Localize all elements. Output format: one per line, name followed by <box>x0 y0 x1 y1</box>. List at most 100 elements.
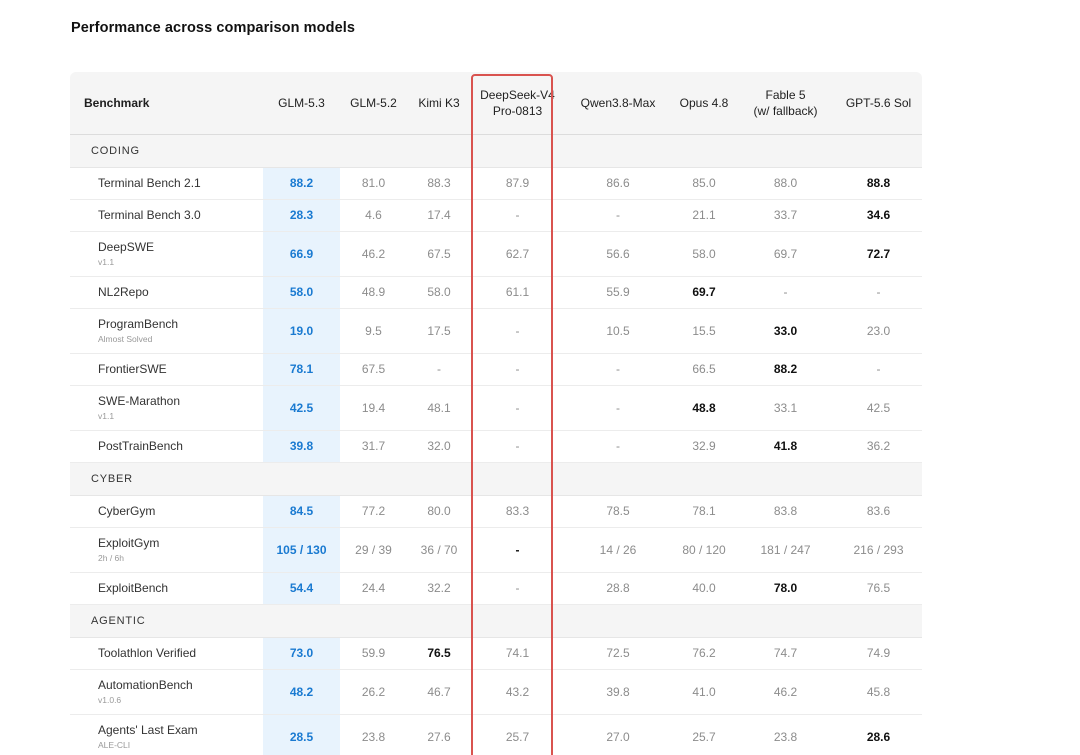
section-label: CYBER <box>70 462 922 496</box>
benchmark-name: Terminal Bench 3.0 <box>98 208 201 222</box>
score-cell: 25.7 <box>471 714 564 755</box>
benchmark-name: ProgramBench <box>98 317 179 331</box>
score-cell: 32.0 <box>407 430 471 463</box>
score-cell: 46.7 <box>407 669 471 715</box>
score-cell: - <box>835 353 922 386</box>
column-header-label: Fable 5 <box>765 87 806 102</box>
benchmark-name: CyberGym <box>98 504 156 518</box>
score-cell: 14 / 26 <box>564 527 672 573</box>
score-cell: 56.6 <box>564 231 672 277</box>
score-cell: 26.2 <box>340 669 407 715</box>
benchmark-cell: PostTrainBench <box>70 430 263 463</box>
score-cell: 74.7 <box>736 637 835 670</box>
score-cell: 19.4 <box>340 385 407 431</box>
score-cell: - <box>471 385 564 431</box>
score-cell: 55.9 <box>564 276 672 309</box>
score-cell: 31.7 <box>340 430 407 463</box>
score-cell: 15.5 <box>672 308 736 354</box>
column-header-label: Opus 4.8 <box>679 95 729 110</box>
comparison-table-container: Benchmark GLM-5.3 GLM-5.2 Kimi K3 DeepSeek-V… <box>70 72 922 755</box>
score-cell: 40.0 <box>672 572 736 605</box>
table-row: DeepSWE v1.1 66.9 46.2 67.5 62.7 56.6 58.0 69.7 7… <box>70 231 922 277</box>
table-body: CODING Terminal Bench 2.1 88.2 81.0 88.3 87.9… <box>70 134 922 755</box>
section-row: CYBER <box>70 462 922 496</box>
score-cell: 41.8 <box>736 430 835 463</box>
column-header-sublabel: Pro-0813 <box>492 103 543 118</box>
score-cell-highlight: 105 / 130 <box>263 527 340 573</box>
score-cell: - <box>564 385 672 431</box>
score-cell: 81.0 <box>340 167 407 200</box>
column-header: Fable 5 (w/ fallback) <box>736 72 835 135</box>
score-cell-highlight: 54.4 <box>263 572 340 605</box>
score-cell: 23.8 <box>340 714 407 755</box>
score-cell: 74.9 <box>835 637 922 670</box>
score-cell: 28.6 <box>835 714 922 755</box>
score-cell: - <box>471 308 564 354</box>
score-cell: 48.1 <box>407 385 471 431</box>
benchmark-cell: ExploitGym 2h / 6h <box>70 527 263 573</box>
score-cell: 24.4 <box>340 572 407 605</box>
score-cell: - <box>471 572 564 605</box>
score-cell: 17.4 <box>407 199 471 232</box>
score-cell: 80 / 120 <box>672 527 736 573</box>
score-cell-highlight: 66.9 <box>263 231 340 277</box>
table-row: SWE-Marathon v1.1 42.5 19.4 48.1- -48.8 33.1 42… <box>70 385 922 431</box>
column-header: Opus 4.8 <box>672 72 736 135</box>
benchmark-version: v1.1 <box>98 411 115 421</box>
score-cell: 25.7 <box>672 714 736 755</box>
column-header: GLM-5.3 <box>263 72 340 135</box>
score-cell: - <box>407 353 471 386</box>
score-cell: 66.5 <box>672 353 736 386</box>
table-header: Benchmark GLM-5.3 GLM-5.2 Kimi K3 DeepSeek-V… <box>70 72 922 135</box>
benchmark-version: v1.0.6 <box>98 695 122 705</box>
score-cell-highlight: 39.8 <box>263 430 340 463</box>
score-cell: 32.2 <box>407 572 471 605</box>
table-row: Toolathlon Verified 73.0 59.9 76.5 74.1 72.5 7… <box>70 637 922 670</box>
table-row: AutomationBench v1.0.6 48.2 26.2 46.7 43.2 39.… <box>70 669 922 715</box>
score-cell: 27.6 <box>407 714 471 755</box>
benchmark-cell: Agents' Last Exam ALE-CLI <box>70 714 263 755</box>
score-cell: - <box>564 199 672 232</box>
header-row: Benchmark GLM-5.3 GLM-5.2 Kimi K3 DeepSeek-V… <box>70 72 922 135</box>
score-cell: 76.5 <box>835 572 922 605</box>
column-header-label: GPT-5.6 Sol <box>845 95 912 110</box>
section-label: CODING <box>70 134 922 168</box>
score-cell: 86.6 <box>564 167 672 200</box>
score-cell: 33.0 <box>736 308 835 354</box>
benchmark-name: ExploitBench <box>98 581 169 595</box>
column-header-label: GLM-5.3 <box>278 95 325 110</box>
benchmark-cell: Terminal Bench 3.0 <box>70 199 263 232</box>
benchmark-name: FrontierSWE <box>98 362 167 376</box>
score-cell: 33.1 <box>736 385 835 431</box>
score-cell: 10.5 <box>564 308 672 354</box>
column-header-label: Benchmark <box>84 95 150 110</box>
score-cell-highlight: 58.0 <box>263 276 340 309</box>
benchmark-version: v1.1 <box>98 257 115 267</box>
column-header-label: Kimi K3 <box>418 95 460 110</box>
score-cell: 41.0 <box>672 669 736 715</box>
benchmark-name: Toolathlon Verified <box>98 646 197 660</box>
score-cell: 87.9 <box>471 167 564 200</box>
benchmark-name: Agents' Last Exam <box>98 723 198 737</box>
column-header-label: Qwen3.8-Max <box>580 95 656 110</box>
score-cell-highlight: 28.5 <box>263 714 340 755</box>
benchmark-cell: SWE-Marathon v1.1 <box>70 385 263 431</box>
score-cell: - <box>471 527 564 573</box>
score-cell: 72.7 <box>835 231 922 277</box>
score-cell: 17.5 <box>407 308 471 354</box>
column-header-benchmark: Benchmark <box>70 72 263 135</box>
benchmark-name: PostTrainBench <box>98 439 183 453</box>
column-header-label: DeepSeek-V4 <box>480 87 555 102</box>
column-header-sublabel: (w/ fallback) <box>753 103 818 118</box>
benchmark-cell: Terminal Bench 2.1 <box>70 167 263 200</box>
score-cell: 88.3 <box>407 167 471 200</box>
column-header-label: GLM-5.2 <box>350 95 397 110</box>
score-cell: 74.1 <box>471 637 564 670</box>
score-cell: 88.8 <box>835 167 922 200</box>
benchmark-name: Terminal Bench 2.1 <box>98 176 201 190</box>
benchmark-version: Almost Solved <box>98 334 153 344</box>
score-cell-highlight: 28.3 <box>263 199 340 232</box>
table-row: Terminal Bench 3.0 28.3 4.6 17.4- -21.1 33.7 3… <box>70 199 922 232</box>
table-row: PostTrainBench 39.8 31.7 32.0- -32.9 41.8 36.2 <box>70 430 922 463</box>
score-cell: 67.5 <box>407 231 471 277</box>
